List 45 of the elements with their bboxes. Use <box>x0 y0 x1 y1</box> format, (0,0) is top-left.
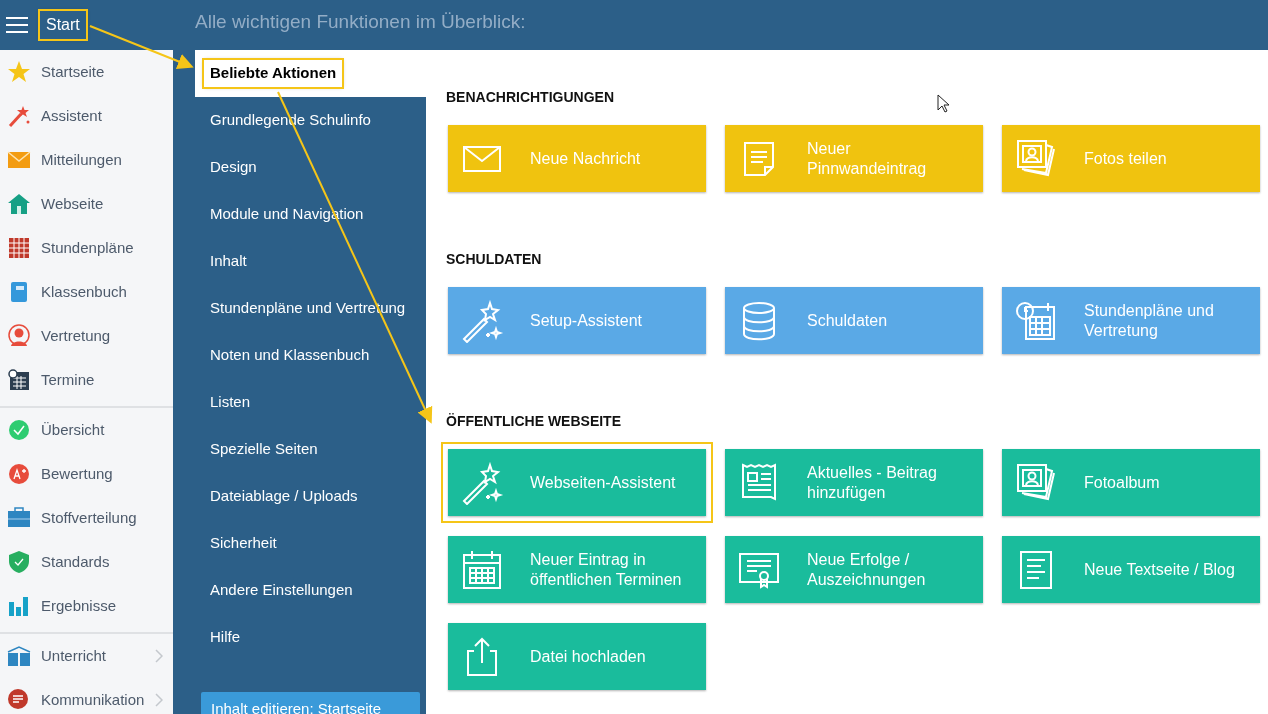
settings-nav-item[interactable]: Hilfe <box>195 614 426 661</box>
sidebar-item[interactable]: Webseite <box>0 182 173 226</box>
settings-nav-item[interactable]: Andere Einstellungen <box>195 567 426 614</box>
magic-wand-icon <box>7 104 31 128</box>
start-link[interactable]: Start <box>40 11 86 39</box>
settings-nav-item[interactable]: Design <box>195 144 426 191</box>
calendar-icon <box>7 368 31 392</box>
sidebar-item[interactable]: Standards <box>0 540 173 584</box>
sidebar-item[interactable]: Termine <box>0 358 173 402</box>
check-circle-icon <box>7 418 31 442</box>
sidebar-item[interactable]: Mitteilungen <box>0 138 173 182</box>
section-heading: ÖFFENTLICHE WEBSEITE <box>446 412 621 431</box>
sidebar-item[interactable]: Klassenbuch <box>0 270 173 314</box>
shield-icon <box>7 550 31 574</box>
menu-icon[interactable] <box>6 16 28 34</box>
settings-nav-item[interactable]: Dateiablage / Uploads <box>195 473 426 520</box>
settings-nav-item[interactable]: Noten und Klassenbuch <box>195 332 426 379</box>
section-heading: BENACHRICHTIGUNGEN <box>446 88 614 107</box>
grade-icon <box>7 462 31 486</box>
sidebar-item[interactable]: Startseite <box>0 50 173 94</box>
cursor-icon <box>937 94 950 113</box>
settings-nav-item[interactable]: Listen <box>195 379 426 426</box>
star-icon <box>7 60 31 84</box>
person-icon <box>7 324 31 348</box>
sidebar-item[interactable]: Ergebnisse <box>0 584 173 628</box>
sidebar-item[interactable]: Übersicht <box>0 408 173 452</box>
magic-wand-icon <box>460 460 504 505</box>
sidebar-item[interactable]: Unterricht <box>0 634 173 678</box>
magic-wand-icon <box>460 298 504 343</box>
grid-icon <box>7 236 31 260</box>
settings-nav-item[interactable]: Beliebte Aktionen <box>195 50 426 97</box>
page-title: Alle wichtigen Funktionen im Überblick: <box>176 0 1268 50</box>
sidebar-item[interactable]: Bewertung <box>0 452 173 496</box>
sidebar-item[interactable]: Vertretung <box>0 314 173 358</box>
sidebar-item[interactable]: Stoffverteilung <box>0 496 173 540</box>
bar-chart-icon <box>7 594 31 618</box>
settings-nav-item[interactable]: Inhalt <box>195 238 426 285</box>
settings-nav-item[interactable]: Spezielle Seiten <box>195 426 426 473</box>
briefcase-icon <box>7 506 31 530</box>
house-icon <box>7 192 31 216</box>
settings-nav-item[interactable]: Sicherheit <box>195 520 426 567</box>
sidebar-item[interactable]: Stundenpläne <box>0 226 173 270</box>
sidebar-item[interactable]: Assistent <box>0 94 173 138</box>
section-heading: SCHULDATEN <box>446 250 542 269</box>
sidebar-item[interactable]: Kommunikation <box>0 678 173 714</box>
